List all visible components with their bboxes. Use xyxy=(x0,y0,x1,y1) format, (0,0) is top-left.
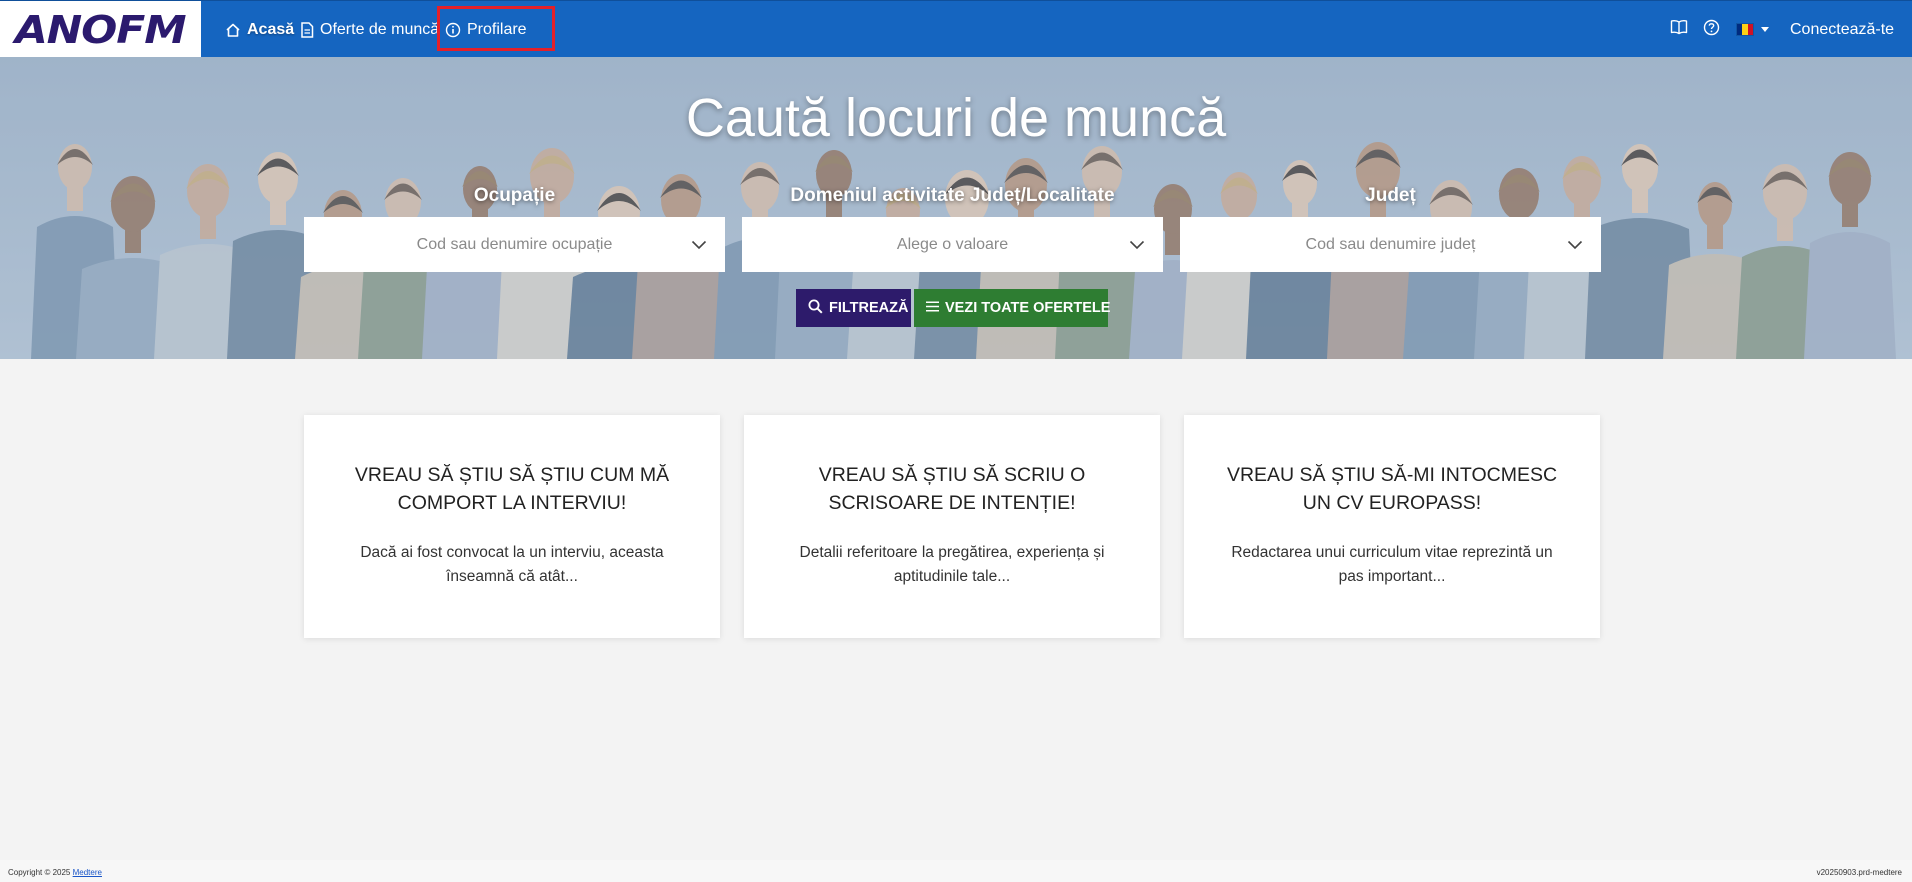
occupation-select[interactable]: Cod sau denumire ocupație xyxy=(304,217,725,272)
filter-button-label: FILTREAZĂ xyxy=(829,300,909,316)
help-button[interactable] xyxy=(1703,1,1720,58)
chevron-down-icon xyxy=(691,237,707,255)
hero-search-section: Caută locuri de muncă Ocupație Domeniul … xyxy=(0,57,1912,359)
anofm-logo[interactable]: ANOFM xyxy=(0,1,201,58)
nav-profile-label: Profilare xyxy=(467,20,527,38)
card-text: Dacă ai fost convocat la un interviu, ac… xyxy=(360,544,664,585)
list-icon xyxy=(926,300,939,316)
domain-placeholder: Alege o valoare xyxy=(896,235,1009,253)
flag-icon xyxy=(1736,23,1754,36)
europass-cv-card[interactable]: VREAU SĂ ȘTIU SĂ-MI INTOCMESC UN CV EURO… xyxy=(1184,415,1600,638)
caret-down-icon xyxy=(1761,27,1769,32)
county-label: Județ xyxy=(1365,185,1416,206)
domain-select[interactable]: Alege o valoare xyxy=(742,217,1163,272)
view-all-offers-button[interactable]: VEZI TOATE OFERTELE xyxy=(914,289,1111,327)
login-link[interactable]: Conectează-te xyxy=(1790,1,1894,58)
filter-button[interactable]: FILTREAZĂ xyxy=(796,289,911,327)
card-text: Detalii referitoare la pregătirea, exper… xyxy=(799,544,1105,585)
card-title: VREAU SĂ ȘTIU SĂ-MI INTOCMESC UN CV EURO… xyxy=(1226,464,1558,514)
card-title: VREAU SĂ ȘTIU SĂ ȘTIU CUM MĂ COMPORT LA … xyxy=(354,464,670,514)
chevron-down-icon xyxy=(1567,237,1583,255)
nav-offers-link[interactable]: Oferte de muncă xyxy=(300,1,439,58)
cover-letter-card[interactable]: VREAU SĂ ȘTIU SĂ SCRIU O SCRISOARE DE IN… xyxy=(744,415,1160,638)
document-icon xyxy=(300,21,314,38)
card-text: Redactarea unui curriculum vitae reprezi… xyxy=(1231,544,1553,585)
home-icon xyxy=(225,22,241,38)
nav-home-label: Acasă xyxy=(247,20,295,38)
book-icon xyxy=(1670,19,1688,40)
copyright-text: Copyright © 2025 xyxy=(8,868,71,877)
county-placeholder: Cod sau denumire județ xyxy=(1305,235,1476,253)
card-title: VREAU SĂ ȘTIU SĂ SCRIU O SCRISOARE DE IN… xyxy=(818,464,1086,514)
nav-profile-link[interactable]: Profilare xyxy=(445,1,527,58)
guide-button[interactable] xyxy=(1670,1,1688,58)
help-icon xyxy=(1703,19,1720,41)
footer-copyright: Copyright © 2025 Medtere xyxy=(8,868,102,877)
top-navbar: ANOFM Acasă Oferte de muncă Profilare Co… xyxy=(0,0,1912,58)
domain-label: Domeniul activitate Județ/Localitate xyxy=(790,185,1115,206)
language-selector[interactable] xyxy=(1736,1,1769,58)
nav-offers-label: Oferte de muncă xyxy=(320,20,440,38)
view-all-offers-label: VEZI TOATE OFERTELE xyxy=(945,300,1111,316)
occupation-label: Ocupație xyxy=(473,185,556,206)
county-select[interactable]: Cod sau denumire județ xyxy=(1180,217,1601,272)
interview-guide-card[interactable]: VREAU SĂ ȘTIU SĂ ȘTIU CUM MĂ COMPORT LA … xyxy=(304,415,720,638)
hero-title: Caută locuri de muncă xyxy=(685,88,1227,148)
occupation-placeholder: Cod sau denumire ocupație xyxy=(416,235,613,253)
info-icon xyxy=(445,22,461,38)
search-icon xyxy=(808,299,823,318)
footer: Copyright © 2025 Medtere v20250903.prd-m… xyxy=(0,860,1912,882)
nav-home-link[interactable]: Acasă xyxy=(225,1,294,58)
version-text: v20250903.prd-medtere xyxy=(1816,868,1902,877)
footer-link[interactable]: Medtere xyxy=(73,868,102,877)
chevron-down-icon xyxy=(1129,237,1145,255)
logo-text: ANOFM xyxy=(15,7,187,52)
